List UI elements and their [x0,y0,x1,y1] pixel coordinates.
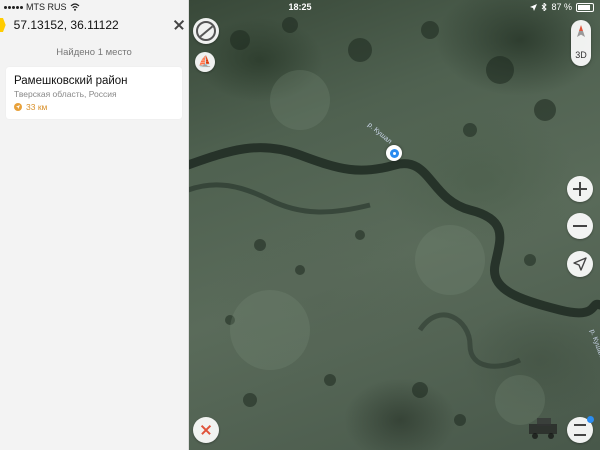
plus-icon [573,182,587,196]
status-time: 18:25 [288,2,312,12]
location-arrow-icon [530,3,538,11]
notification-dot [587,416,594,423]
location-marker[interactable] [386,145,402,161]
battery-icon [576,2,594,12]
distance-value: 33 км [26,102,48,112]
transport-button[interactable]: ⛵ [195,52,215,72]
cancel-route-button[interactable] [193,417,219,443]
map-layers-button[interactable] [193,18,219,44]
button-3d[interactable]: 3D [571,50,591,60]
search-input[interactable] [13,18,169,32]
compass-3d-control[interactable]: 3D [571,20,591,66]
layers-icon [196,21,216,41]
minus-icon [573,219,587,233]
results-count: Найдено 1 место [56,47,132,58]
zoom-out-button[interactable] [567,213,593,239]
search-bar [0,12,188,38]
location-dot-icon [389,148,399,158]
close-icon [200,424,212,436]
battery-percent: 87 % [551,2,572,12]
result-title: Рамешковский район [14,75,128,87]
navigation-arrow-icon [573,257,587,271]
status-bar: MTS RUS 18:25 87 % [0,0,600,14]
result-distance: 33 км [14,102,47,112]
transport-icon: ⛵ [198,55,212,68]
close-icon[interactable] [169,15,182,35]
zoom-in-button[interactable] [567,176,593,202]
compass-icon [577,25,585,37]
bluetooth-icon [542,3,548,11]
map-vehicle-object [529,418,557,439]
yandex-logo-icon [0,18,6,32]
my-location-button[interactable] [567,251,593,277]
result-subtitle: Тверская область, Россия [14,89,117,99]
search-results-panel: Найдено 1 место Рамешковский район Тверс… [0,0,189,450]
menu-button[interactable] [567,416,594,443]
menu-icon [574,424,586,436]
status-right: 87 % [530,2,594,12]
list-item[interactable]: Рамешковский район Тверская область, Рос… [6,67,182,119]
navigation-arrow-icon [14,103,22,111]
